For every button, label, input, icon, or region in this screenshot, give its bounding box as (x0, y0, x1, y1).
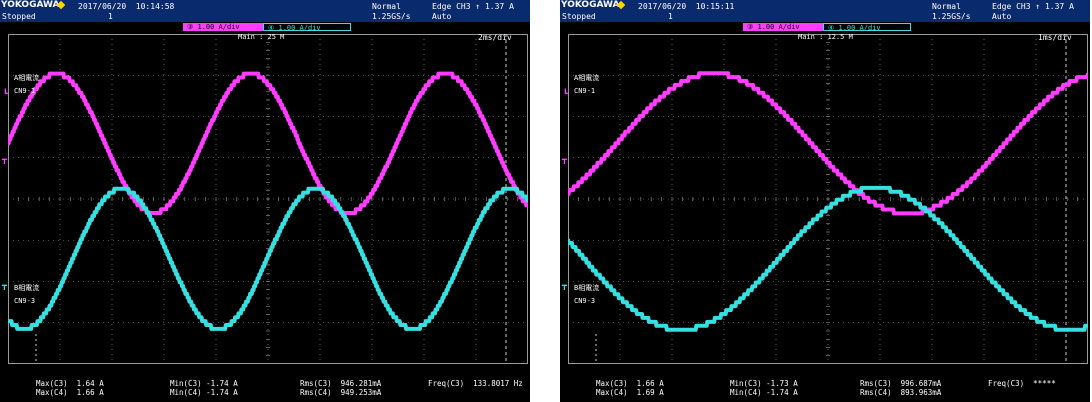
meas-max-c3: Max(C3) 1.66 A (596, 379, 664, 388)
meas-max-c4: Max(C4) 1.69 A (596, 388, 664, 397)
sample-rate: 1.25GS/s (932, 12, 971, 21)
meas-min-c4: Min(C4) -1.74 A (730, 388, 798, 397)
meas-rms-c4: Rms(C4) 949.253mA (300, 388, 382, 397)
trace-b-sub: CN9-3 (14, 297, 36, 305)
ch4-level-marker-icon[interactable]: ┳ (562, 282, 567, 290)
meas-rms-c3: Rms(C3) 946.281mA (300, 379, 382, 388)
waveform-display: Main : 25 M 2ms/div A相電流 CN9-1 B相電流 CN9-… (2, 33, 528, 364)
trace-a-sub: CN9-1 (574, 87, 596, 95)
trace-b-label: B相電流 (574, 284, 600, 292)
waveform-grid (568, 34, 1088, 364)
datetime: 2017/06/20 10:14:58 (78, 2, 175, 11)
trigger-mode: Auto (432, 12, 452, 21)
acq-mode: Normal (372, 2, 401, 11)
trace-a-sub: CN9-1 (14, 87, 36, 95)
meas-min-c4: Min(C4) -1.74 A (170, 388, 238, 397)
acq-count: 1 (108, 12, 113, 21)
sample-rate: 1.25GS/s (372, 12, 411, 21)
main-record-label: Main : 12.5 M (798, 33, 853, 41)
ch3-scale[interactable]: ③ 1.00 A/div (183, 23, 263, 31)
status-header: YOKOGAWA Stopped 2017/06/20 10:14:58 1 N… (0, 0, 530, 22)
acq-status: Stopped (2, 12, 36, 21)
trace-b-sub: CN9-3 (574, 297, 596, 305)
acq-count: 1 (668, 12, 673, 21)
meas-freq-c3: Freq(C3) ***** (988, 379, 1056, 388)
ch4-scale[interactable]: ④ 1.00 A/div (823, 23, 911, 32)
datetime: 2017/06/20 10:15:11 (638, 2, 735, 11)
trace-a-label: A相電流 (14, 74, 40, 82)
ch3-ground-marker-icon[interactable]: ┗ (3, 90, 8, 98)
brand-logo: YOKOGAWA (561, 0, 620, 10)
ch4-scale[interactable]: ④ 1.00 A/div (263, 23, 351, 32)
ch3-level-marker-icon[interactable]: ┳ (562, 156, 567, 164)
oscilloscope-screen-left: YOKOGAWA Stopped 2017/06/20 10:14:58 1 N… (0, 0, 530, 402)
acq-mode: Normal (932, 2, 961, 11)
main-record-label: Main : 25 M (238, 33, 285, 41)
ch3-ground-marker-icon[interactable]: ┗ (563, 90, 568, 98)
meas-rms-c4: Rms(C4) 893.963mA (860, 388, 942, 397)
ch3-level-marker-icon[interactable]: ┳ (2, 156, 7, 164)
ch4-level-marker-icon[interactable]: ┳ (2, 282, 7, 290)
waveform-ch4 (568, 185, 1088, 332)
trigger-setting: Edge CH3 ↑ 1.37 A (992, 2, 1074, 11)
meas-freq-c3: Freq(C3) 133.8017 Hz (428, 379, 523, 388)
oscilloscope-screen-right: YOKOGAWA Stopped 2017/06/20 10:15:11 1 N… (560, 0, 1090, 402)
trigger-mode: Auto (992, 12, 1012, 21)
brand-logo: YOKOGAWA (1, 0, 60, 10)
status-header: YOKOGAWA Stopped 2017/06/20 10:15:11 1 N… (560, 0, 1090, 22)
time-div-label: 1ms/div (1038, 33, 1072, 42)
meas-max-c3: Max(C3) 1.64 A (36, 379, 104, 388)
trace-a-label: A相電流 (574, 74, 600, 82)
acq-status: Stopped (562, 12, 596, 21)
ch3-scale[interactable]: ③ 1.00 A/div (743, 23, 823, 31)
waveform-display: Main : 12.5 M 1ms/div A相電流 CN9-1 B相電流 CN… (562, 33, 1088, 364)
trigger-setting: Edge CH3 ↑ 1.37 A (432, 2, 514, 11)
meas-rms-c3: Rms(C3) 996.687mA (860, 379, 942, 388)
time-div-label: 2ms/div (478, 33, 512, 42)
meas-min-c3: Min(C3) -1.73 A (730, 379, 798, 388)
trace-b-label: B相電流 (14, 284, 40, 292)
meas-max-c4: Max(C4) 1.66 A (36, 388, 104, 397)
waveform-grid (8, 34, 528, 364)
meas-min-c3: Min(C3) -1.74 A (170, 379, 238, 388)
